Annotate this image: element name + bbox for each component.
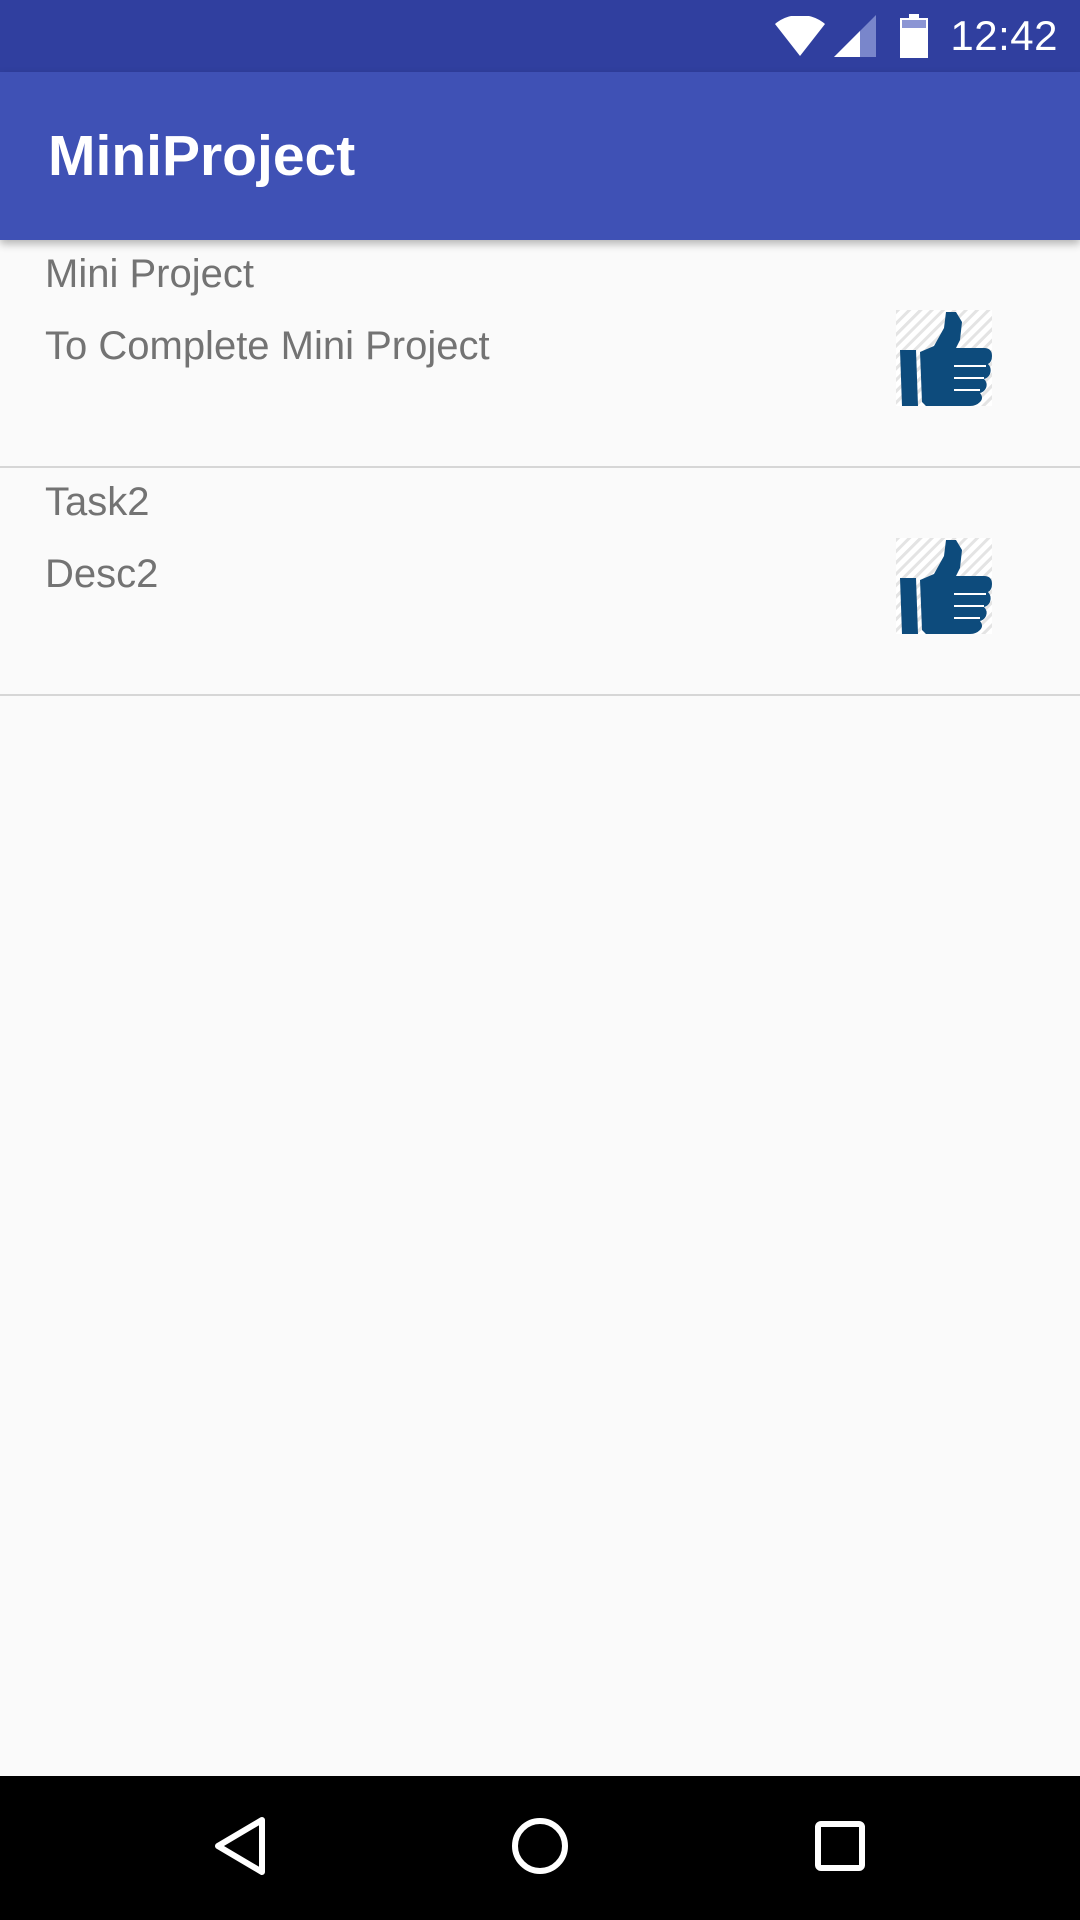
back-button[interactable] xyxy=(160,1776,320,1920)
task-title: Task2 xyxy=(45,480,150,524)
home-button[interactable] xyxy=(460,1776,620,1920)
home-icon xyxy=(510,1816,570,1881)
task-list: Mini Project To Complete Mini Project Ta… xyxy=(0,240,1080,696)
navigation-bar xyxy=(0,1776,1080,1920)
task-description: To Complete Mini Project xyxy=(45,324,490,368)
status-icons: 12:42 xyxy=(774,0,1058,72)
list-item[interactable]: Mini Project To Complete Mini Project xyxy=(0,240,1080,468)
task-description: Desc2 xyxy=(45,552,159,596)
battery-icon xyxy=(900,14,929,58)
list-item[interactable]: Task2 Desc2 xyxy=(0,468,1080,696)
app-bar: MiniProject xyxy=(0,72,1080,240)
thumbs-up-icon[interactable] xyxy=(896,538,992,634)
recents-icon xyxy=(814,1820,866,1877)
app-title: MiniProject xyxy=(48,124,356,188)
cell-signal-icon xyxy=(834,15,877,57)
status-bar: 12:42 xyxy=(0,0,1080,72)
thumbs-up-icon[interactable] xyxy=(896,310,992,406)
task-title: Mini Project xyxy=(45,252,254,296)
wifi-icon xyxy=(774,16,826,56)
status-time: 12:42 xyxy=(950,12,1058,59)
recents-button[interactable] xyxy=(760,1776,920,1920)
back-icon xyxy=(212,1816,268,1881)
